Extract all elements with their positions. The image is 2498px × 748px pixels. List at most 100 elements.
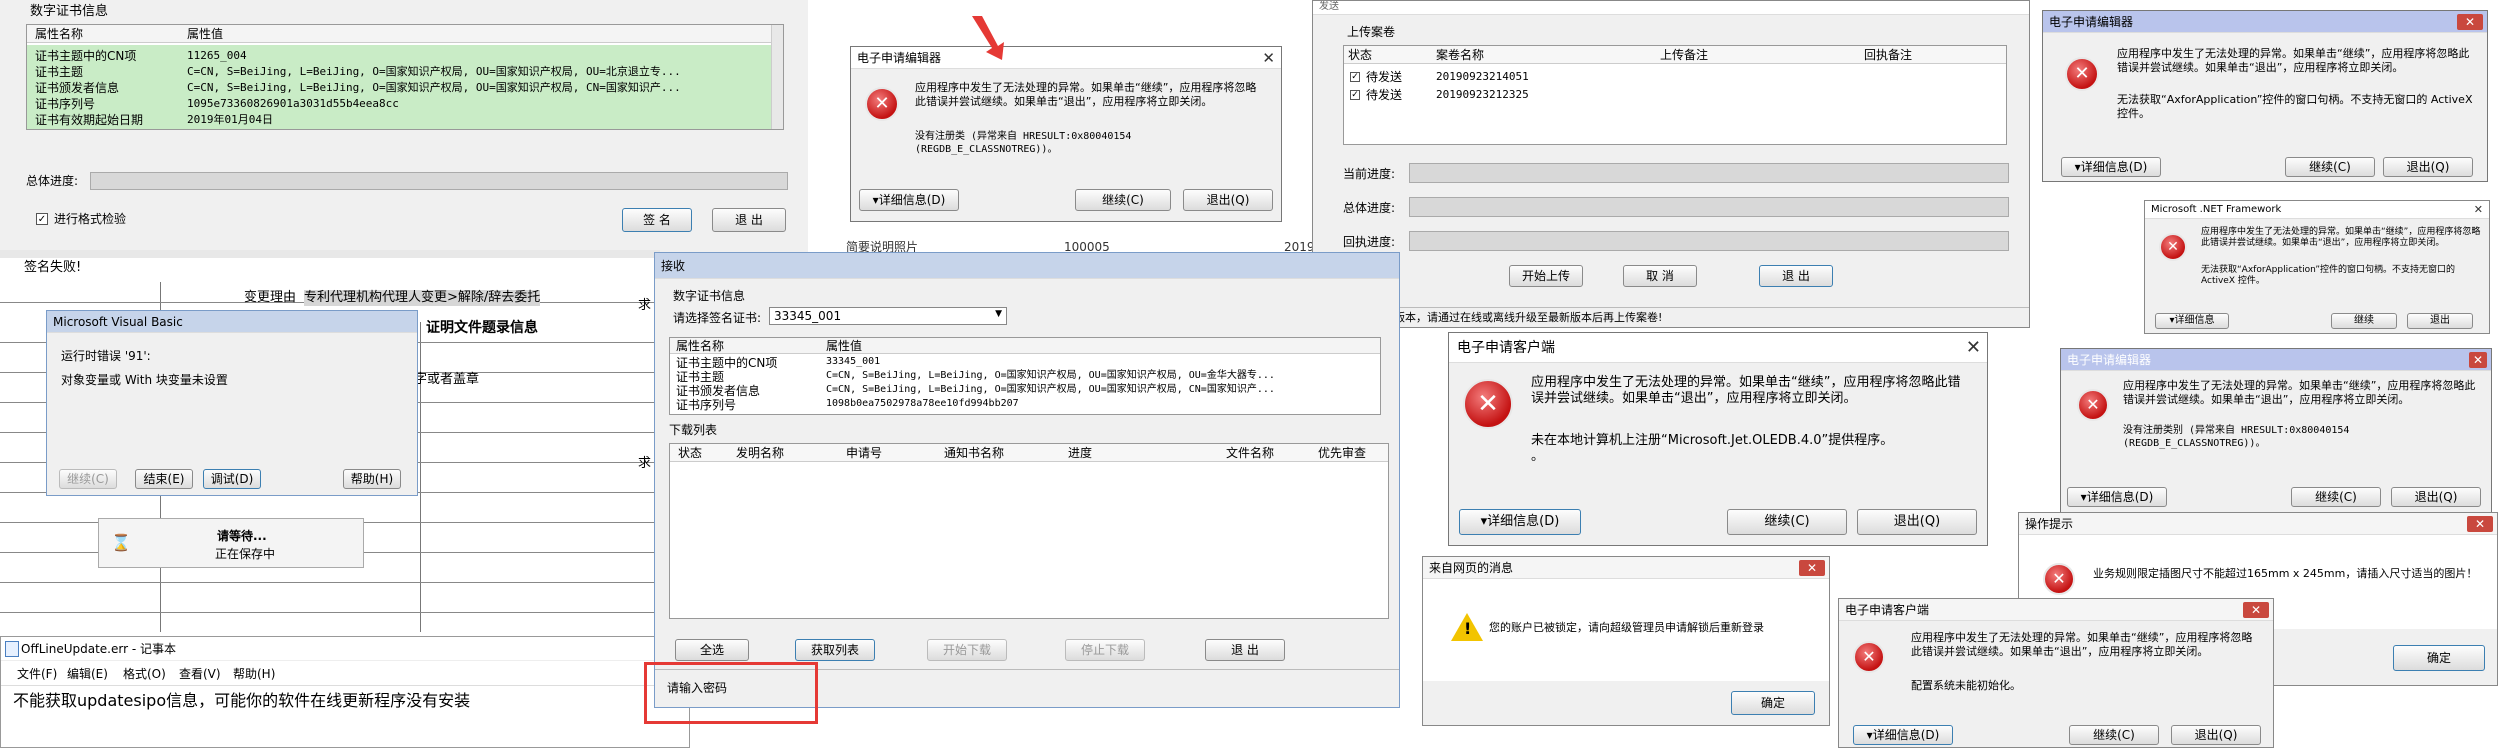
download-list-label: 下载列表 <box>669 423 718 437</box>
upload-col-rcnote: 回执备注 <box>1864 48 1913 62</box>
start-download-button[interactable]: 开始下载 <box>927 639 1007 661</box>
close-icon[interactable]: ✕ <box>1262 47 1275 69</box>
exit-button[interactable]: 退出 <box>2407 313 2473 329</box>
continue-button[interactable]: 继续(C) <box>2285 157 2375 177</box>
receive-title: 接收 <box>655 253 1399 279</box>
netfw-title: Microsoft .NET Framework <box>2145 201 2489 219</box>
receive-row-v: 33345_001 <box>826 356 881 367</box>
vb-line1: 运行时错误 '91': <box>61 349 151 363</box>
err1-message: 应用程序中发生了无法处理的异常。如果单击“继续”，应用程序将忽略此错误并尝试继续… <box>915 81 1257 108</box>
get-list-button[interactable]: 获取列表 <box>795 639 875 661</box>
exit-button[interactable]: 退 出 <box>1759 265 1833 287</box>
details-button[interactable]: ▾详细信息(D) <box>1853 725 1953 745</box>
chevron-down-icon: ▼ <box>995 309 1002 319</box>
err3-detail: 没有注册类别 (异常来自 HRESULT:0x80040154 (REGDB_E… <box>2123 425 2350 449</box>
exit-button[interactable]: 退 出 <box>712 208 786 232</box>
select-all-button[interactable]: 全选 <box>675 639 749 661</box>
receive-window: 接收 数字证书信息 请选择签名证书: 33345_001 ▼ 属性名称 属性值 … <box>654 252 1400 708</box>
close-icon[interactable]: ✕ <box>2467 516 2493 532</box>
close-icon[interactable]: ✕ <box>1966 333 1981 363</box>
receive-col-value: 属性值 <box>826 339 863 353</box>
receipt-progress-label: 回执进度: <box>1343 235 1396 249</box>
upload-row-checkbox[interactable]: ✓ <box>1350 72 1360 82</box>
details-button[interactable]: ▾详细信息(D) <box>2061 157 2161 177</box>
exit-button[interactable]: 退出(Q) <box>2391 487 2481 507</box>
client-error-dialog-2: 电子申请客户端 ✕ ✕ 应用程序中发生了无法处理的异常。如果单击“继续”，应用程… <box>1838 598 2274 748</box>
menu-format[interactable]: 格式(O) <box>123 667 166 682</box>
cert-col-name: 属性名称 <box>35 27 84 41</box>
wait-line1: 请等待... <box>217 529 267 543</box>
upload-col-status: 状态 <box>1348 48 1373 62</box>
editor-error-dialog-1: 电子申请编辑器 ✕ ✕ 应用程序中发生了无法处理的异常。如果单击“继续”，应用程… <box>850 46 1282 222</box>
continue-button[interactable]: 继续 <box>2331 313 2397 329</box>
ok-button[interactable]: 确定 <box>2393 645 2485 671</box>
vb-help-button[interactable]: 帮助(H) <box>343 469 401 489</box>
ok-button[interactable]: 确定 <box>1731 691 1815 715</box>
select-cert-dropdown[interactable]: 33345_001 ▼ <box>769 307 1007 325</box>
dl-col-filename: 文件名称 <box>1226 446 1275 460</box>
menu-file[interactable]: 文件(F) <box>17 667 57 682</box>
dl-col-priority: 优先审查 <box>1318 446 1367 460</box>
exit-button[interactable]: 退出(Q) <box>2171 725 2261 745</box>
cert-row-k: 证书主题 <box>35 65 84 79</box>
start-upload-button[interactable]: 开始上传 <box>1509 265 1583 287</box>
err2-detail: 无法获取“AxforApplication”控件的窗口句柄。不支持无窗口的 Ac… <box>2117 93 2473 120</box>
menu-view[interactable]: 查看(V) <box>179 667 221 682</box>
error-icon: ✕ <box>2043 563 2075 595</box>
details-button[interactable]: ▾详细信息(D) <box>2067 487 2167 507</box>
cert-scrollbar[interactable] <box>771 25 783 129</box>
cert-sign-window: 数字证书信息 属性名称 属性值 证书主题中的CN项 11265_004 证书主题… <box>0 0 808 258</box>
stop-download-button[interactable]: 停止下载 <box>1065 639 1145 661</box>
doc-stub: 求 <box>638 298 652 313</box>
sign-fail-text: 签名失败! <box>24 260 82 275</box>
error-icon: ✕ <box>865 87 899 121</box>
err1-title: 电子申请编辑器 <box>851 47 1281 69</box>
error-icon: ✕ <box>2065 57 2099 91</box>
format-check-checkbox[interactable]: ✓ <box>36 213 48 225</box>
vb-continue-button[interactable]: 继续(C) <box>59 469 117 489</box>
upload-row-checkbox[interactable]: ✓ <box>1350 90 1360 100</box>
continue-button[interactable]: 继续(C) <box>1075 189 1171 211</box>
cancel-button[interactable]: 取 消 <box>1623 265 1697 287</box>
dl-col-title: 发明名称 <box>736 446 785 460</box>
exit-button[interactable]: 退出(Q) <box>1183 189 1273 211</box>
err2-title: 电子申请编辑器 <box>2043 11 2487 33</box>
annotation-box <box>644 662 818 724</box>
current-progress-label: 当前进度: <box>1343 167 1396 181</box>
vb-end-button[interactable]: 结束(E) <box>135 469 193 489</box>
dl-col-appno: 申请号 <box>846 446 883 460</box>
close-icon[interactable]: ✕ <box>2457 14 2483 30</box>
continue-button[interactable]: 继续(C) <box>2291 487 2381 507</box>
upload-frame-label: 上传案卷 <box>1347 25 1396 39</box>
details-button[interactable]: ▾详细信息 <box>2155 313 2229 329</box>
exit-button[interactable]: 退出(Q) <box>1857 509 1977 535</box>
vb-title: Microsoft Visual Basic <box>47 311 417 333</box>
details-button[interactable]: ▾详细信息(D) <box>859 189 959 211</box>
close-icon[interactable]: ✕ <box>1799 560 1825 576</box>
error-icon: ✕ <box>1463 379 1513 429</box>
exit-button[interactable]: 退出(Q) <box>2383 157 2473 177</box>
continue-button[interactable]: 继续(C) <box>2069 725 2159 745</box>
client-error-dialog-1: 电子申请客户端 ✕ ✕ 应用程序中发生了无法处理的异常。如果单击“继续”，应用程… <box>1448 332 1988 546</box>
change-reason-label: 变更理由 <box>244 290 297 305</box>
notepad-content[interactable]: 不能获取updatesipo信息，可能你的软件在线更新程序没有安装 <box>13 691 470 711</box>
close-icon[interactable]: ✕ <box>2243 602 2269 618</box>
menu-edit[interactable]: 编辑(E) <box>67 667 108 682</box>
close-icon[interactable]: ✕ <box>2474 201 2483 219</box>
vb-debug-button[interactable]: 调试(D) <box>203 469 261 489</box>
wait-line2: 正在保存中 <box>215 547 276 561</box>
menu-help[interactable]: 帮助(H) <box>233 667 275 682</box>
sign-button[interactable]: 签 名 <box>622 208 692 232</box>
client2-title: 电子申请客户端 <box>1839 599 2273 621</box>
upload-title: 发送 <box>1313 1 2029 15</box>
exit-button[interactable]: 退 出 <box>1205 639 1285 661</box>
details-button[interactable]: ▾详细信息(D) <box>1459 509 1581 535</box>
netfw-error-dialog: Microsoft .NET Framework ✕ ✕ 应用程序中发生了无法处… <box>2144 200 2490 334</box>
client2-message: 应用程序中发生了无法处理的异常。如果单击“继续”，应用程序将忽略此错误并尝试继续… <box>1911 631 2253 658</box>
continue-button[interactable]: 继续(C) <box>1727 509 1847 535</box>
cert-row-k: 证书有效期起始日期 <box>35 113 144 127</box>
close-icon[interactable]: ✕ <box>2469 352 2487 368</box>
notepad-title: OffLineUpdate.err - 记事本 <box>21 642 176 656</box>
cert-row-v: 1095e73360826901a3031d55b4eea8cc <box>187 97 399 110</box>
seal-text: 字或者盖章 <box>414 372 480 387</box>
